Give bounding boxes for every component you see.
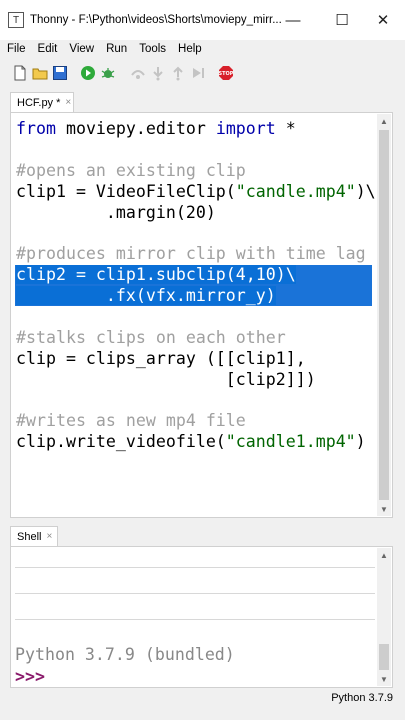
thonny-app-icon: T xyxy=(8,12,24,28)
shell-tab-label: Shell xyxy=(17,530,42,543)
code-token: clip = clips_array ([[clip1], xyxy=(16,348,306,368)
code-token: "candle1.mp4" xyxy=(225,432,356,452)
code-token: from xyxy=(16,119,56,138)
close-tab-icon[interactable]: × xyxy=(65,97,71,108)
editor-scroll-thumb[interactable] xyxy=(379,130,389,500)
resume-icon[interactable] xyxy=(190,65,206,81)
shell-scrollbar[interactable]: ▲ ▼ xyxy=(377,548,391,686)
title-bar: T Thonny - F:\Python\videos\Shorts\movie… xyxy=(0,0,405,40)
code-token: #stalks clips on each other xyxy=(16,327,286,347)
code-token: .fx(vfx.mirror_y) xyxy=(16,286,276,306)
status-bar: Python 3.7.9 xyxy=(0,690,405,720)
run-icon[interactable] xyxy=(80,65,96,81)
minimize-button[interactable]: — xyxy=(278,8,308,32)
code-token: #produces mirror clip with time lag xyxy=(16,244,366,264)
code-line[interactable]: clip.write_videofile("candle1.mp4") xyxy=(16,432,376,453)
code-line[interactable]: [clip2]]) xyxy=(16,370,376,391)
code-token: import xyxy=(215,119,276,138)
code-line[interactable]: #opens an existing clip xyxy=(16,161,376,182)
shell-panel[interactable]: Python 3.7.9 (bundled) >>> ▲ ▼ xyxy=(10,546,393,688)
stop-icon[interactable]: STOP xyxy=(218,65,234,81)
code-token: moviepy.editor xyxy=(55,119,216,138)
code-line[interactable] xyxy=(16,223,376,244)
code-line[interactable]: from moviepy.editor import * xyxy=(16,119,376,140)
code-line[interactable] xyxy=(16,307,376,328)
python-version-banner: Python 3.7.9 (bundled) xyxy=(15,645,235,664)
shell-scroll-down-icon[interactable]: ▼ xyxy=(377,672,391,686)
shell-scroll-up-icon[interactable]: ▲ xyxy=(377,548,391,562)
shell-tab[interactable]: Shell × xyxy=(10,526,58,546)
code-line[interactable] xyxy=(16,140,376,161)
shell-scroll-thumb[interactable] xyxy=(379,644,389,670)
close-window-button[interactable]: ✕ xyxy=(368,8,398,32)
code-token: .margin(20) xyxy=(16,202,216,222)
code-token: )\ xyxy=(355,181,376,201)
step-out-icon[interactable] xyxy=(170,65,186,81)
menu-run[interactable]: Run xyxy=(106,43,127,55)
maximize-button[interactable]: ☐ xyxy=(327,8,357,32)
shell-prompt[interactable]: >>> xyxy=(15,667,45,686)
menu-help[interactable]: Help xyxy=(178,43,202,55)
code-line[interactable]: #writes as new mp4 file xyxy=(16,411,376,432)
menu-view[interactable]: View xyxy=(69,43,94,55)
code-token: "candle.mp4" xyxy=(235,181,356,201)
code-editor[interactable]: from moviepy.editor import * #opens an e… xyxy=(10,112,393,518)
shell-divider xyxy=(15,567,375,568)
stop-label: STOP xyxy=(219,71,234,77)
step-into-icon[interactable] xyxy=(150,65,166,81)
code-line[interactable]: clip = clips_array ([[clip1], xyxy=(16,349,376,370)
window-title: Thonny - F:\Python\videos\Shorts\moviepy… xyxy=(30,14,282,26)
toolbar: STOP xyxy=(0,60,405,86)
scroll-down-icon[interactable]: ▼ xyxy=(377,502,391,516)
menu-edit[interactable]: Edit xyxy=(38,43,58,55)
code-line[interactable]: clip2 = clip1.subclip(4,10)\ xyxy=(16,265,376,286)
menu-file[interactable]: File xyxy=(7,43,26,55)
open-file-icon[interactable] xyxy=(32,65,48,81)
code-line[interactable]: #produces mirror clip with time lag xyxy=(16,244,376,265)
code-token: clip1 = VideoFileClip( xyxy=(16,181,236,201)
code-token: #writes as new mp4 file xyxy=(16,411,246,431)
editor-tab[interactable]: HCF.py * × xyxy=(10,92,74,112)
editor-tab-label: HCF.py * xyxy=(17,96,61,109)
code-line[interactable]: clip1 = VideoFileClip("candle.mp4")\ xyxy=(16,182,376,203)
code-token: [clip2]]) xyxy=(16,369,316,389)
shell-tab-row: Shell × xyxy=(0,524,405,546)
interpreter-status[interactable]: Python 3.7.9 xyxy=(331,692,393,704)
new-file-icon[interactable] xyxy=(12,65,28,81)
close-shell-tab-icon[interactable]: × xyxy=(46,531,52,542)
step-over-icon[interactable] xyxy=(130,65,146,81)
code-token: clip2 = clip1.subclip(4,10)\ xyxy=(16,265,296,285)
code-line[interactable]: #stalks clips on each other xyxy=(16,328,376,349)
editor-scrollbar[interactable]: ▲ ▼ xyxy=(377,114,391,516)
code-token: clip.write_videofile( xyxy=(16,432,226,452)
debug-icon[interactable] xyxy=(100,65,116,81)
code-line[interactable]: .margin(20) xyxy=(16,203,376,224)
code-token: #opens an existing clip xyxy=(16,160,246,180)
code-token: ) xyxy=(355,432,366,452)
menu-tools[interactable]: Tools xyxy=(139,43,166,55)
code-text[interactable]: from moviepy.editor import * #opens an e… xyxy=(16,119,376,453)
shell-divider xyxy=(15,593,375,594)
code-token: * xyxy=(275,119,296,138)
code-line[interactable] xyxy=(16,391,376,412)
code-line[interactable]: .fx(vfx.mirror_y) xyxy=(16,286,376,307)
save-icon[interactable] xyxy=(52,65,68,81)
menu-bar: File Edit View Run Tools Help xyxy=(0,40,405,58)
editor-tab-row: HCF.py * × xyxy=(0,90,405,112)
scroll-up-icon[interactable]: ▲ xyxy=(377,114,391,128)
shell-divider xyxy=(15,619,375,620)
